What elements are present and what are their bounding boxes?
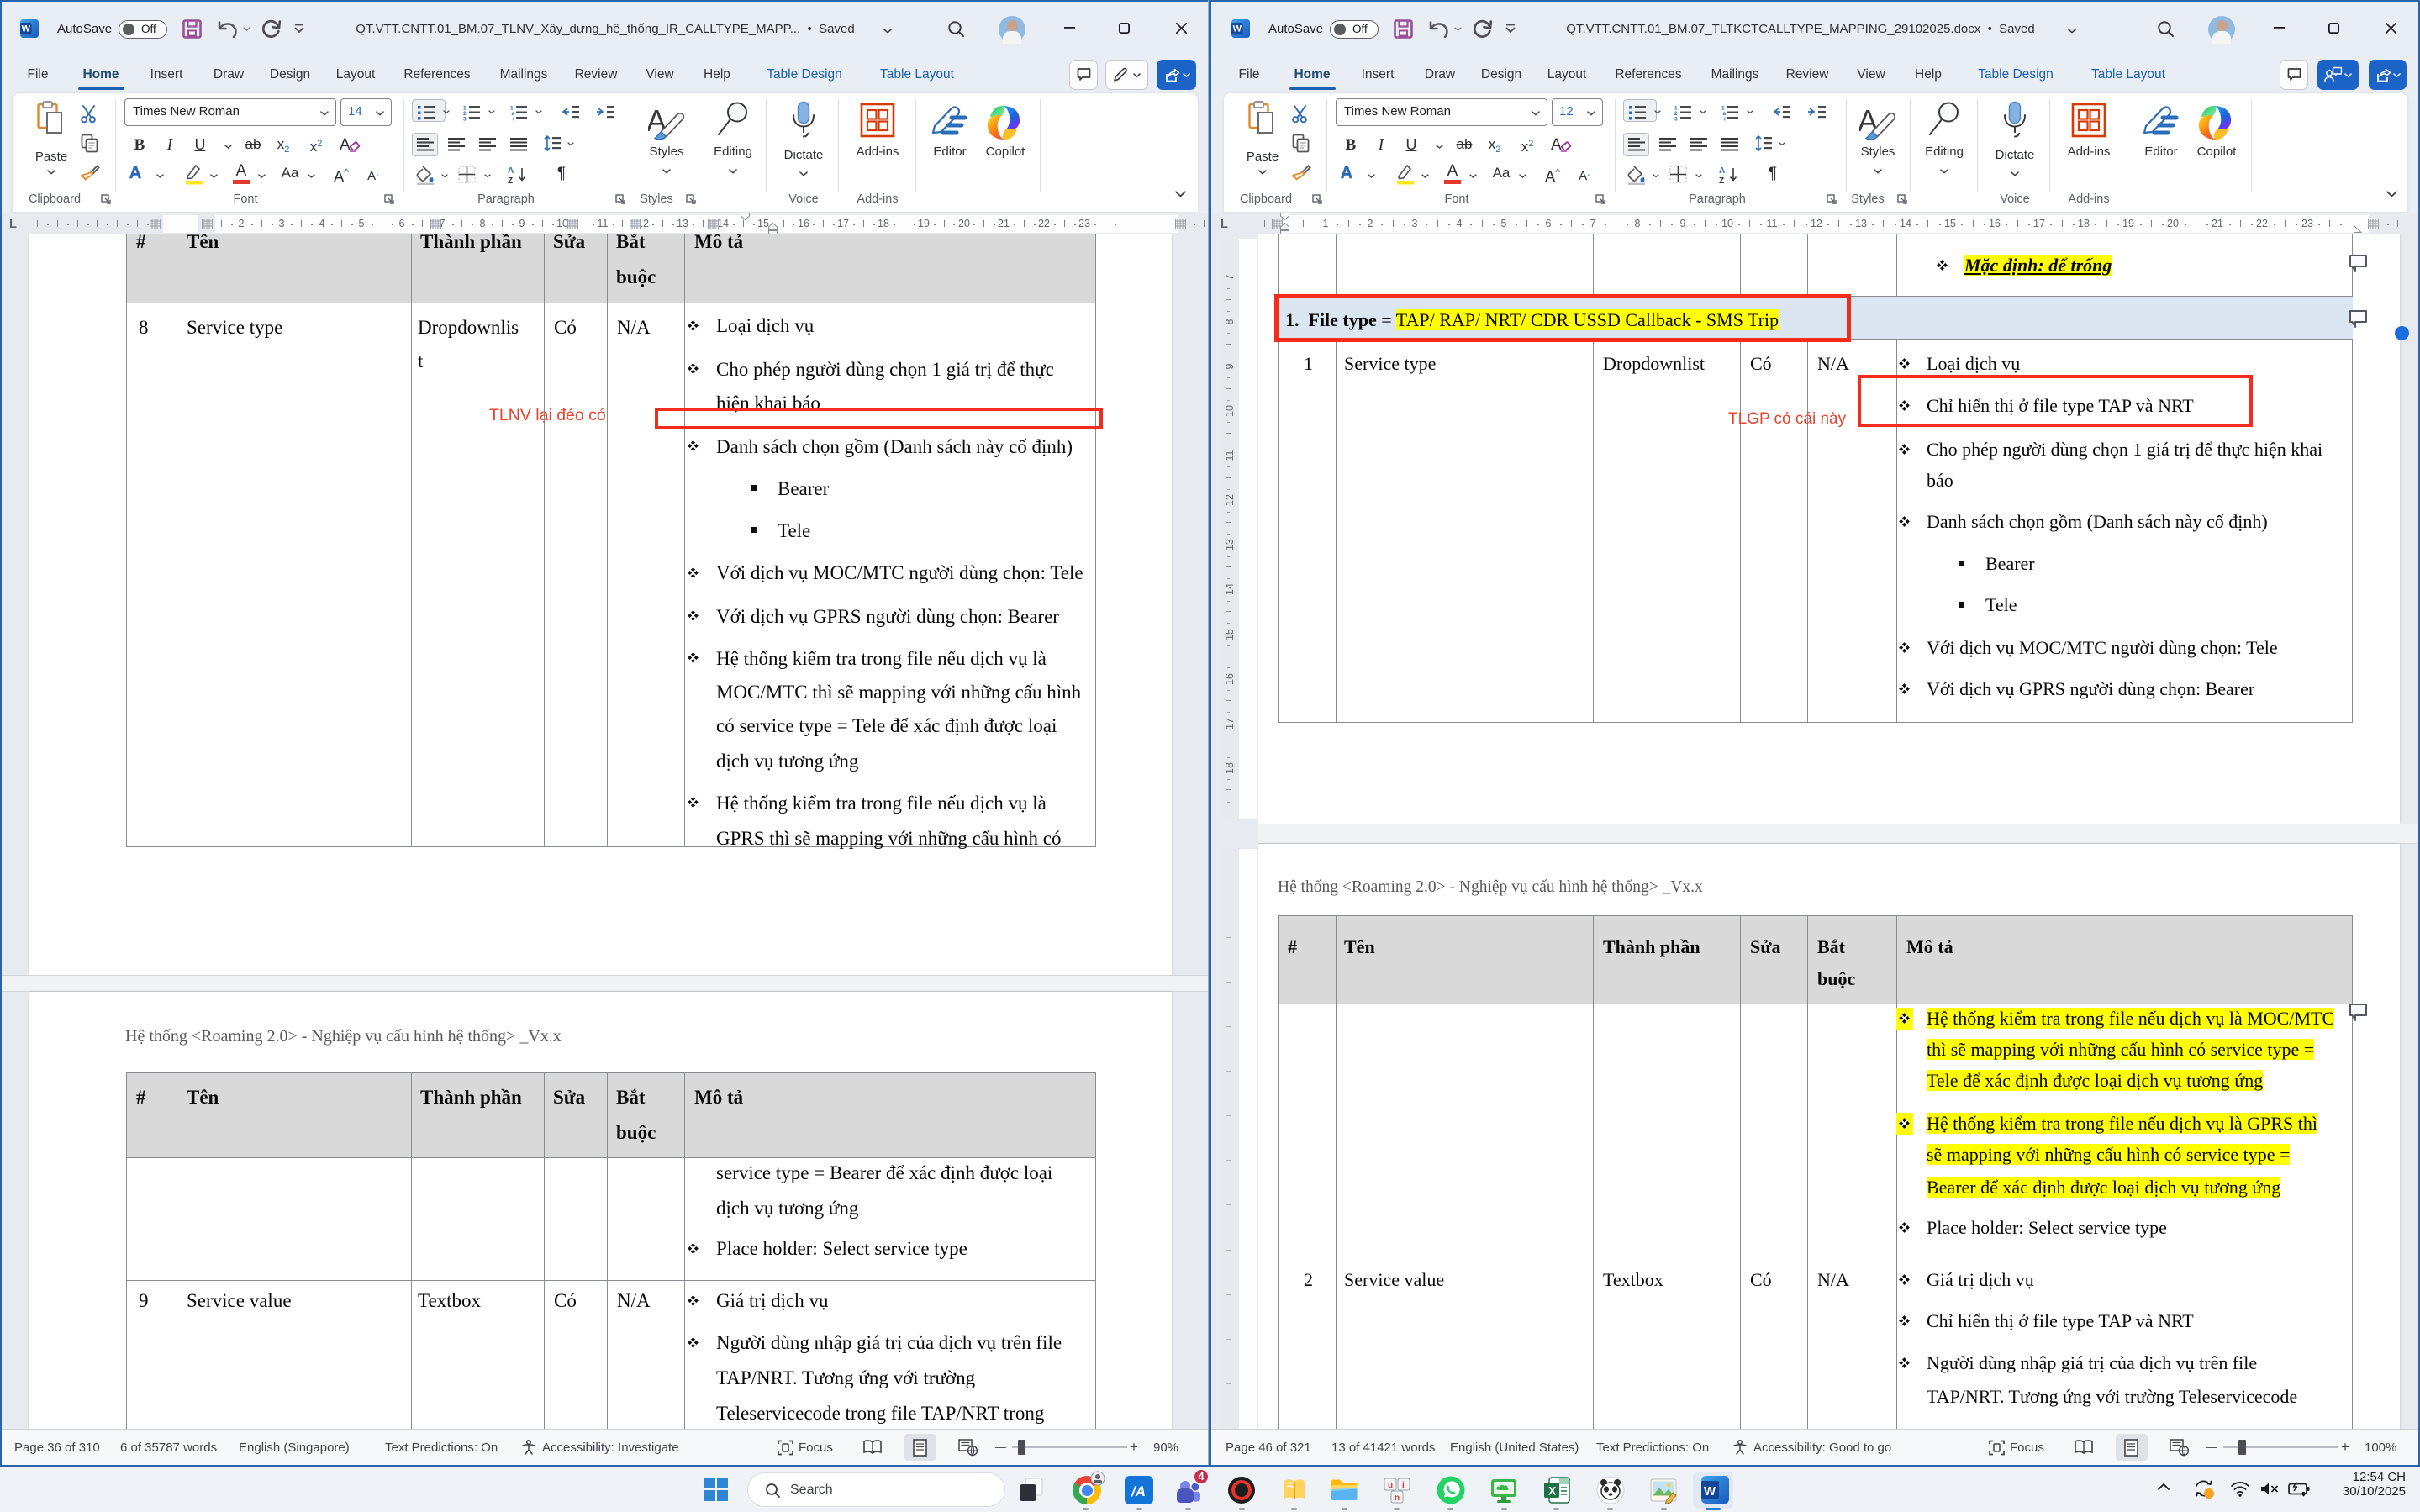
svg-text:u: u <box>1388 1481 1393 1490</box>
svg-text:16: 16 <box>1224 673 1236 685</box>
svg-text:i: i <box>513 117 514 122</box>
svg-text:/A: /A <box>1131 1483 1146 1499</box>
svg-text:10: 10 <box>1224 405 1236 417</box>
svg-text:W: W <box>22 24 31 34</box>
svg-text:14: 14 <box>1224 583 1236 595</box>
svg-text:W: W <box>1704 1484 1716 1499</box>
svg-text:7: 7 <box>1224 274 1236 280</box>
svg-text:17: 17 <box>1224 718 1236 730</box>
svg-text:A: A <box>1551 136 1562 154</box>
svg-text:13: 13 <box>1224 539 1236 551</box>
svg-text:8: 8 <box>1224 319 1236 325</box>
svg-text:11: 11 <box>1224 450 1236 461</box>
svg-text:W: W <box>1233 24 1242 34</box>
svg-text:9: 9 <box>1224 364 1236 370</box>
svg-text:3: 3 <box>1674 117 1678 122</box>
svg-text:12: 12 <box>1224 494 1236 506</box>
svg-text:i: i <box>1402 1481 1405 1490</box>
svg-text:i: i <box>1724 117 1726 122</box>
svg-text:3: 3 <box>463 117 467 122</box>
svg-text:X: X <box>1548 1484 1557 1498</box>
svg-text:18: 18 <box>1224 762 1236 774</box>
svg-text:n: n <box>1395 1494 1400 1503</box>
svg-text:15: 15 <box>1224 629 1236 640</box>
svg-text:A: A <box>340 136 351 154</box>
